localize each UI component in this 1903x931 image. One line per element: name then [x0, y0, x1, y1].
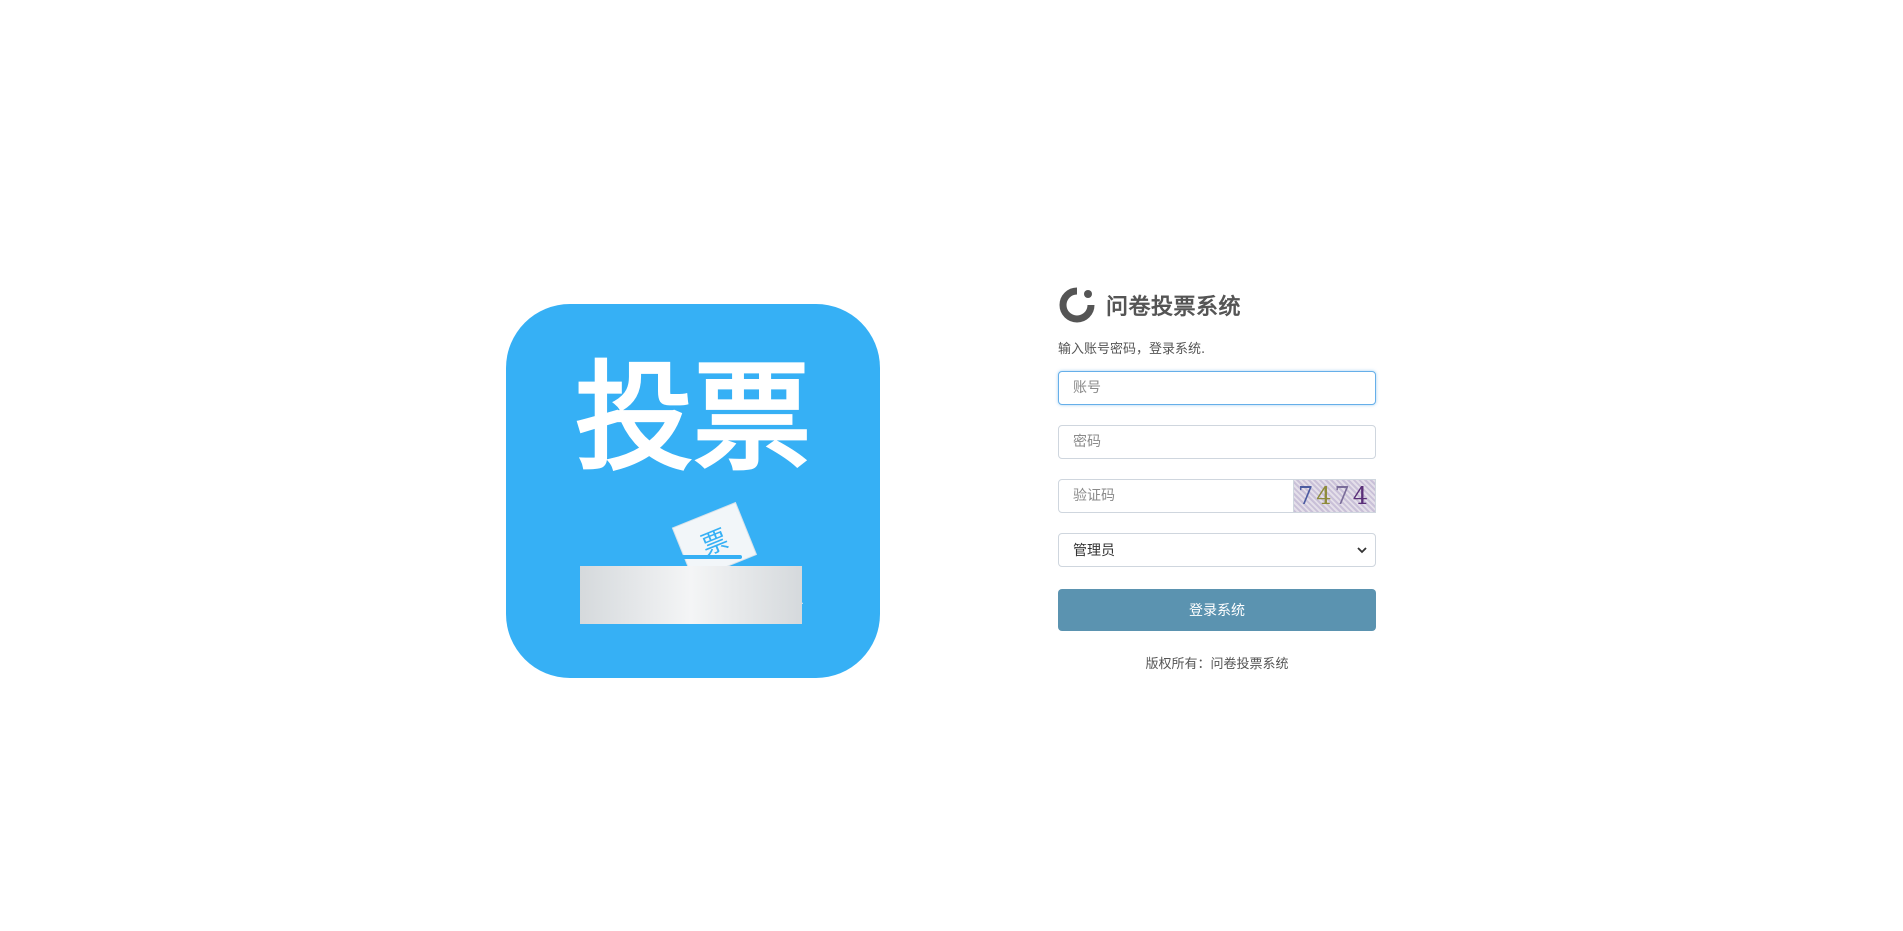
captcha-row: 7 4 7 4 — [1058, 479, 1376, 513]
brand-header: 问卷投票系统 — [1058, 284, 1376, 326]
app-title: 问卷投票系统 — [1106, 295, 1242, 320]
role-select[interactable]: 管理员 — [1058, 533, 1376, 567]
ballot-box-front — [580, 566, 802, 624]
captcha-digit: 7 — [1334, 482, 1353, 510]
copyright-text: 版权所有：问卷投票系统 — [1145, 657, 1289, 672]
illustration-title: 投票 — [575, 349, 811, 487]
ballot-box-slot — [656, 555, 742, 559]
password-input[interactable] — [1058, 425, 1376, 459]
login-button[interactable]: 登录系统 — [1058, 589, 1376, 631]
captcha-digit: 7 — [1297, 482, 1317, 510]
username-input[interactable] — [1058, 371, 1376, 405]
role-select-value[interactable]: 管理员 — [1058, 533, 1376, 567]
captcha-input[interactable] — [1058, 479, 1294, 513]
loading-ring-logo-icon — [1059, 287, 1095, 323]
captcha-image[interactable]: 7 4 7 4 — [1294, 479, 1376, 513]
voting-app-illustration: 投票 票 — [506, 304, 880, 678]
captcha-digit: 4 — [1316, 482, 1335, 510]
ballot-box-graphic: 投票 票 — [575, 349, 811, 624]
chevron-down-icon — [1357, 547, 1367, 554]
login-instructions: 输入账号密码，登录系统. — [1058, 342, 1206, 357]
login-page: 投票 票 问卷投票系统 输入账号密码，登录系统. 账号 验证码 7 4 7 4 … — [0, 0, 1903, 931]
login-panel: 问卷投票系统 输入账号密码，登录系统. 7 4 7 4 管理员 登录系统 版权所… — [1058, 284, 1376, 672]
captcha-digit: 4 — [1352, 482, 1372, 510]
